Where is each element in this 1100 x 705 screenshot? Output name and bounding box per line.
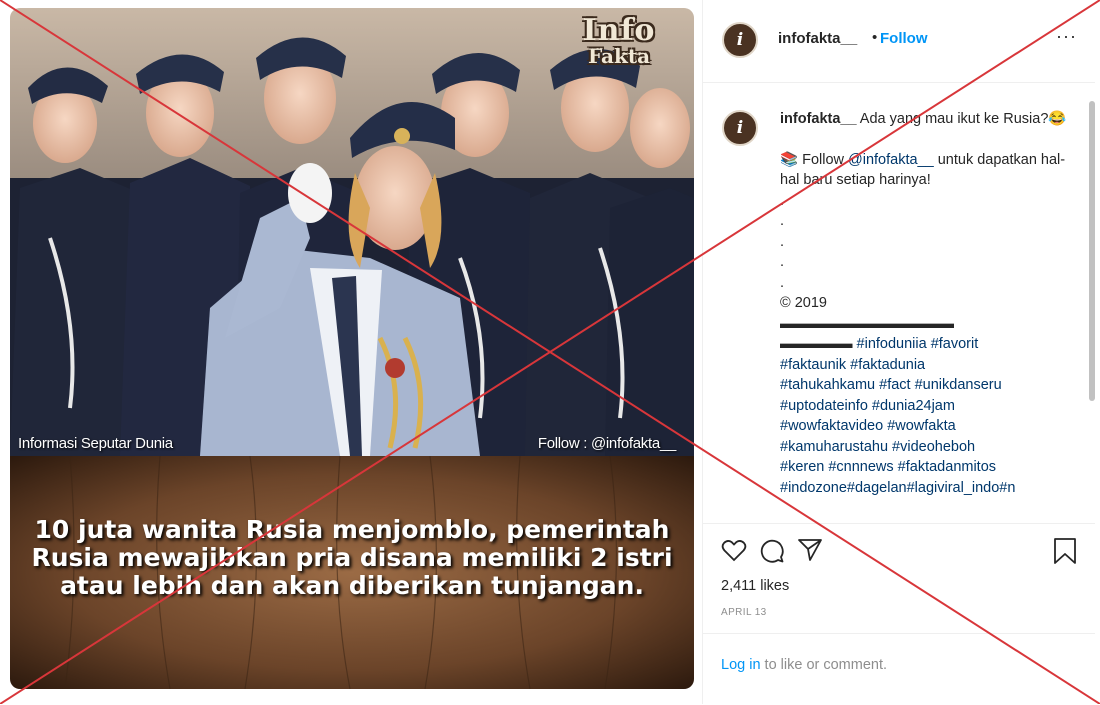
post-caption: infofakta__ Ada yang mau ikut ke Rusia?😂… xyxy=(780,109,1070,498)
hashtag-line[interactable]: #indozone#dagelan#lagiviral_indo#n xyxy=(780,478,1070,499)
follow-prefix: 📚 Follow xyxy=(780,151,844,168)
hashtag-line[interactable]: #faktaunik #faktadunia xyxy=(780,355,1070,376)
login-link[interactable]: Log in xyxy=(721,657,761,673)
caption-copyright: © 2019 xyxy=(780,295,827,311)
image-caption-right: Follow : @infofakta__ xyxy=(537,435,676,452)
post-photo xyxy=(10,8,694,456)
login-text: Log in to like or comment. xyxy=(721,657,887,673)
image-headline: 10 juta wanita Rusia menjomblo, pemerint… xyxy=(10,516,694,600)
caption-dash-line: ▬▬▬▬▬▬▬▬▬▬▬▬ xyxy=(780,315,954,332)
infofakta-logo: Info Fakta xyxy=(564,13,674,68)
caption-username[interactable]: infofakta__ xyxy=(780,111,857,127)
caption-dot: . xyxy=(780,254,785,270)
header-separator: • xyxy=(872,29,878,46)
hashtag-line[interactable]: #kamuharustahu #videoheboh xyxy=(780,437,1070,458)
headline-line: Rusia mewajibkan pria disana memiliki 2 … xyxy=(31,543,673,572)
share-icon[interactable] xyxy=(797,537,823,563)
save-bookmark-icon[interactable] xyxy=(1053,537,1077,565)
comment-icon[interactable] xyxy=(759,538,785,564)
caption-dash-hashtags: ▬▬▬▬▬ #infoduniia #favorit xyxy=(780,334,1070,355)
post-actions: 2,411 likes APRIL 13 xyxy=(703,523,1095,634)
logo-line-2: Fakta xyxy=(587,44,651,68)
avatar-glyph: i xyxy=(736,30,744,50)
caption-dot: . xyxy=(780,233,785,250)
logo-line-1: Info xyxy=(582,13,656,48)
caption-dot: . xyxy=(780,274,785,291)
post-date[interactable]: APRIL 13 xyxy=(721,607,767,618)
hashtag-line[interactable]: #wowfaktavideo #wowfakta xyxy=(780,416,1070,437)
login-suffix: to like or comment. xyxy=(760,657,888,673)
headline-line: atau lebih dan akan diberikan tunjangan. xyxy=(60,571,644,600)
comments-area[interactable]: i infofakta__ Ada yang mau ikut ke Rusia… xyxy=(703,83,1095,523)
caption-first: infofakta__ Ada yang mau ikut ke Rusia?😂 xyxy=(780,109,1070,130)
avatar[interactable]: i xyxy=(722,22,758,58)
post-media: Informasi Seputar Dunia Follow : @infofa… xyxy=(10,8,694,689)
likes-count[interactable]: 2,411 likes xyxy=(721,578,789,594)
avatar-glyph: i xyxy=(736,118,744,138)
caption-dash-line: ▬▬▬▬▬ xyxy=(780,336,853,352)
caption-avatar[interactable]: i xyxy=(722,110,758,146)
caption-dot: . xyxy=(780,192,785,209)
caption-text: Ada yang mau ikut ke Rusia?😂 xyxy=(859,111,1067,127)
image-caption-left: Informasi Seputar Dunia xyxy=(18,435,173,452)
follow-button[interactable]: Follow xyxy=(880,30,928,47)
caption-follow: 📚 Follow @infofakta__ untuk dapatkan hal… xyxy=(780,150,1070,191)
hashtag-line[interactable]: #keren #cnnnews #faktadanmitos xyxy=(780,457,1070,478)
post-side-panel: i infofakta__ • Follow ··· i infofakta__… xyxy=(702,0,1095,704)
more-options-icon[interactable]: ··· xyxy=(1056,26,1077,47)
post-header: i infofakta__ • Follow ··· xyxy=(703,0,1095,83)
mention-link[interactable]: @infofakta__ xyxy=(848,152,934,168)
header-username[interactable]: infofakta__ xyxy=(778,30,857,47)
hashtag-line[interactable]: #tahukahkamu #fact #unikdanseru xyxy=(780,375,1070,396)
hashtag-line[interactable]: #uptodateinfo #dunia24jam xyxy=(780,396,1070,417)
login-prompt: Log in to like or comment. xyxy=(703,633,1095,705)
like-heart-icon[interactable] xyxy=(721,538,747,562)
comments-scrollbar[interactable] xyxy=(1089,101,1095,401)
caption-dot: . xyxy=(780,213,785,229)
headline-line: 10 juta wanita Rusia menjomblo, pemerint… xyxy=(34,515,670,544)
hashtag-line[interactable]: #infoduniia #favorit xyxy=(857,336,979,352)
